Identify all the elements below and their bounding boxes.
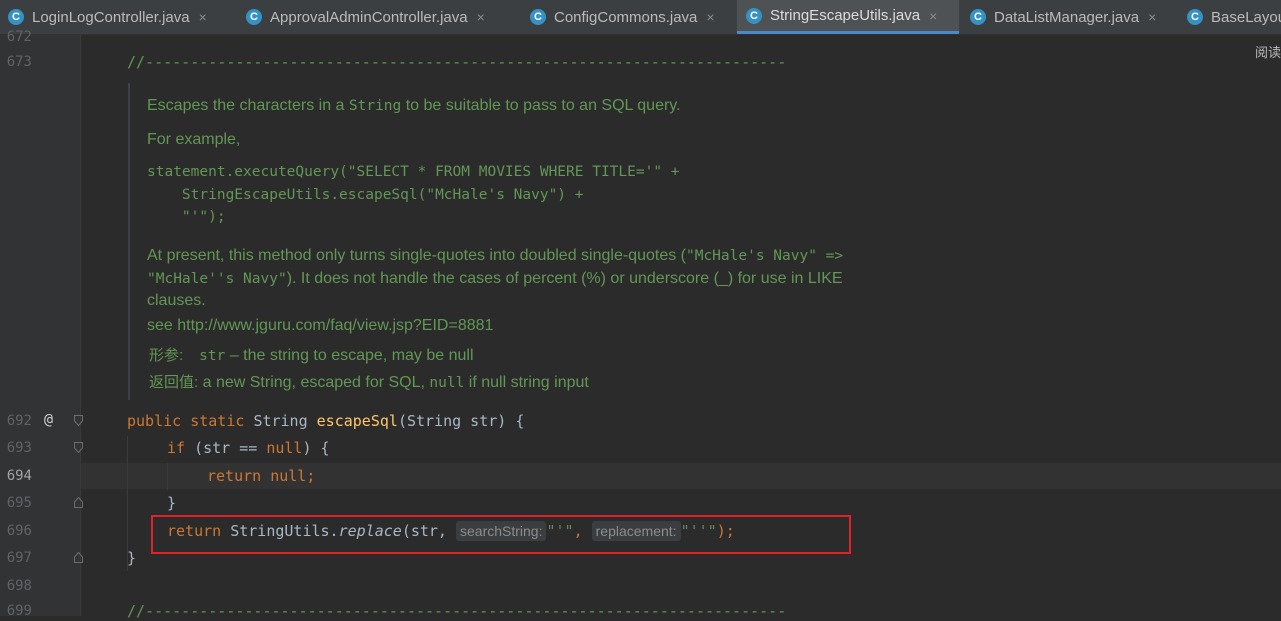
java-class-icon: C (1187, 9, 1203, 25)
tab-stringescapeutils[interactable]: C StringEscapeUtils.java × (737, 0, 959, 34)
doc-example-label: For example, (147, 131, 241, 148)
line-number: 698 (6, 578, 32, 594)
tab-label: DataListManager.java (994, 8, 1140, 26)
rendered-javadoc: Escapes the characters in a String to be… (128, 83, 930, 400)
tab-label: LoginLogController.java (32, 8, 190, 26)
doc-text: At present, this method only turns singl… (147, 247, 844, 264)
java-class-icon: C (8, 9, 24, 25)
separator-comment: //--------------------------------------… (127, 53, 787, 71)
close-icon[interactable]: × (929, 8, 937, 24)
tab-configcommons[interactable]: C ConfigCommons.java × (530, 0, 715, 34)
doc-text: "McHale''s Navy"). It does not handle th… (147, 270, 843, 287)
code-line-692[interactable]: public static String escapeSql(String st… (127, 411, 524, 431)
tab-label: StringEscapeUtils.java (770, 7, 921, 24)
tab-label: ApprovalAdminController.java (270, 8, 468, 26)
code-line-697[interactable]: } (127, 548, 136, 568)
doc-text: clauses. (147, 292, 206, 309)
line-number: 695 (6, 495, 32, 511)
separator-comment: //--------------------------------------… (127, 602, 787, 620)
tab-datalistmanager[interactable]: C DataListManager.java × (970, 0, 1156, 34)
line-number: 696 (6, 523, 32, 539)
override-marker-icon[interactable]: @ (44, 410, 53, 428)
java-class-icon: C (530, 9, 546, 25)
line-number: 692 (6, 413, 32, 429)
tab-approvaladmincontroller[interactable]: C ApprovalAdminController.java × (246, 0, 485, 34)
editor-tab-bar: C LoginLogController.java × C ApprovalAd… (0, 0, 1281, 35)
fold-end-icon[interactable] (74, 497, 83, 508)
doc-example-code: StringEscapeUtils.escapeSql("McHale's Na… (147, 187, 584, 203)
doc-example-code: statement.executeQuery("SELECT * FROM MO… (147, 164, 680, 180)
fold-end-icon[interactable] (74, 552, 83, 563)
line-number: 697 (6, 550, 32, 566)
java-class-icon: C (970, 9, 986, 25)
fold-start-icon[interactable] (74, 442, 83, 453)
doc-return: 返回值: a new String, escaped for SQL, null… (149, 374, 589, 391)
close-icon[interactable]: × (1148, 9, 1156, 25)
code-line-694[interactable]: return null; (207, 466, 315, 486)
reader-mode-button[interactable]: 阅读 (1255, 42, 1281, 61)
tab-baselayout[interactable]: C BaseLayou (1187, 0, 1281, 34)
doc-example-code: "'"); (147, 209, 226, 225)
code-line-693[interactable]: if (str == null) { (167, 438, 330, 458)
tab-label: ConfigCommons.java (554, 8, 698, 26)
line-number: 673 (6, 54, 32, 70)
close-icon[interactable]: × (477, 9, 485, 25)
code-line-695[interactable]: } (167, 493, 176, 513)
java-class-icon: C (246, 9, 262, 25)
indent-guide (167, 463, 168, 490)
close-icon[interactable]: × (199, 9, 207, 25)
line-number: 693 (6, 440, 32, 456)
line-number: 699 (6, 603, 32, 619)
line-number: 672 (6, 29, 32, 45)
doc-param: 形参: str – the string to escape, may be nu… (149, 347, 474, 364)
fold-start-icon[interactable] (74, 415, 83, 426)
tab-label: BaseLayou (1211, 8, 1281, 26)
doc-see-link[interactable]: see http://www.jguru.com/faq/view.jsp?EI… (147, 316, 493, 336)
doc-summary: Escapes the characters in a String to be… (147, 97, 681, 114)
highlight-box (151, 515, 851, 554)
java-class-icon: C (746, 7, 762, 24)
tab-loginlogcontroller[interactable]: C LoginLogController.java × (8, 0, 207, 34)
close-icon[interactable]: × (706, 9, 714, 25)
line-number-current: 694 (6, 468, 32, 484)
